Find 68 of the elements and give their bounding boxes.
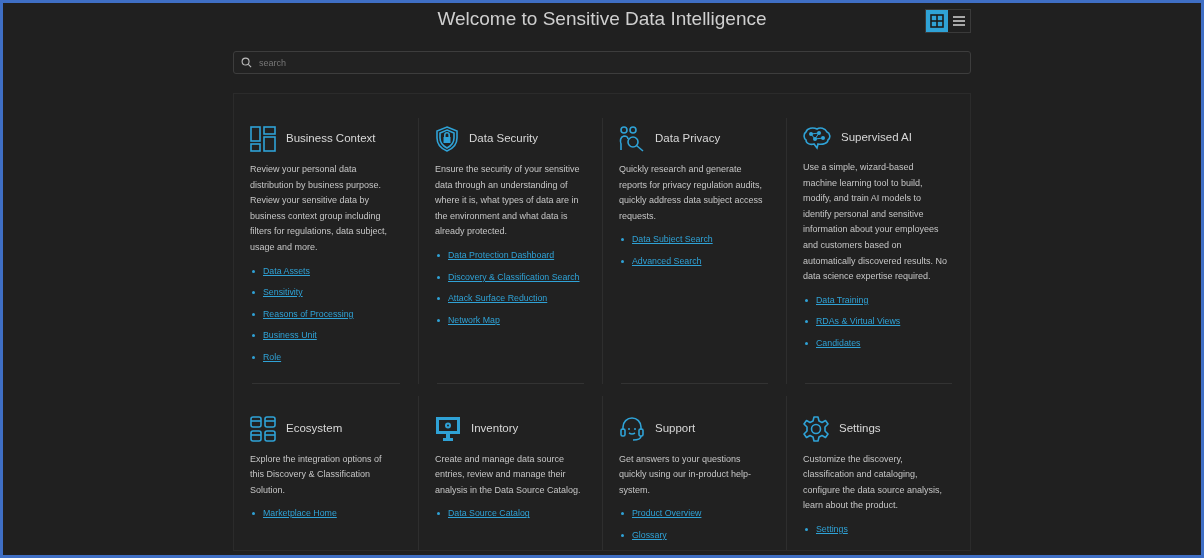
section-link[interactable]: Marketplace Home: [263, 506, 337, 522]
section-title: Inventory: [471, 421, 519, 436]
people-search-icon: [619, 126, 645, 152]
list-icon: [952, 15, 966, 27]
page-title: Welcome to Sensitive Data Intelligence: [437, 8, 767, 31]
section-description: Explore the integration options of this Discovery & Classification Solution.: [250, 452, 383, 497]
bullet-dot: [805, 527, 808, 531]
bullet-dot: [252, 355, 255, 359]
bullet-dot: [252, 512, 255, 516]
section-link[interactable]: Data Training: [816, 292, 869, 309]
section-title: Data Security: [469, 132, 539, 146]
section-link[interactable]: Role: [263, 349, 282, 366]
search-field[interactable]: search: [233, 51, 971, 74]
section-link[interactable]: Business Unit: [263, 328, 317, 344]
section-link[interactable]: Discovery & Classification Search: [448, 269, 580, 286]
section-description: Review your personal data distribution by business purpose. Review your sensitive data by business context group including filters for regulations, data subject, usage and more.: [250, 163, 389, 254]
search-icon: [241, 57, 252, 68]
section-link[interactable]: RDAs & Virtual Views: [816, 314, 901, 330]
bullet-dot: [437, 512, 440, 516]
section-title: Business Context: [286, 132, 376, 146]
monitor-icon: [435, 415, 461, 442]
bullet-dot: [621, 533, 624, 537]
bullet-dot: [437, 318, 440, 322]
section-description: Get answers to your questions quickly using our in-product help-system.: [619, 452, 753, 497]
section-title: Data Privacy: [655, 132, 721, 146]
bullet-dot: [621, 259, 624, 263]
section-link[interactable]: Data Source Catalog: [448, 506, 530, 522]
headset-icon: [619, 415, 645, 442]
section-link[interactable]: Data Protection Dashboard: [448, 247, 555, 264]
bullet-dot: [621, 512, 624, 516]
bullet-dot: [437, 253, 440, 257]
section-link[interactable]: Settings: [816, 521, 848, 538]
section-link[interactable]: Data Assets: [263, 263, 310, 280]
section-description: Quickly research and generate reports for privacy regulation audits, quickly address data subject access requests.: [619, 163, 764, 223]
bullet-dot: [805, 341, 808, 345]
section-link[interactable]: Network Map: [448, 312, 500, 329]
grid-icon: [930, 14, 944, 28]
section-link[interactable]: Candidates: [816, 335, 861, 352]
section-title: Support: [655, 421, 696, 436]
section-link[interactable]: Product Overview: [632, 506, 702, 522]
section-description: Use a simple, wizard-based machine learning tool to build, modify, and train AI models to identify personal and sensitive information about your employees and customers based on automatically discovered results. No data science expertise required.: [803, 161, 949, 284]
gear-icon: [803, 415, 829, 442]
section-link[interactable]: Sensitivity: [263, 285, 303, 301]
bullet-dot: [252, 312, 255, 316]
bullet-dot: [252, 291, 255, 295]
brain-icon: [803, 126, 831, 150]
section-link[interactable]: Data Subject Search: [632, 232, 713, 248]
shield-lock-icon: [435, 126, 459, 152]
section-title: Settings: [839, 421, 881, 436]
grid-icon: [250, 415, 276, 442]
bullet-dot: [805, 298, 808, 302]
bullet-dot: [805, 320, 808, 324]
section-description: Customize the discovery, classification and cataloging, configure the data source analysis, learn about the product.: [803, 452, 944, 513]
bullet-dot: [252, 334, 255, 338]
section-link[interactable]: Attack Surface Reduction: [448, 291, 548, 307]
section-link[interactable]: Reasons of Processing: [263, 306, 354, 323]
bullet-dot: [437, 297, 440, 301]
section-title: Supervised AI: [841, 131, 912, 145]
bullet-dot: [621, 238, 624, 242]
layout-icon: [250, 126, 276, 152]
section-description: Ensure the security of your sensitive data through an understanding of where it is, what types of data are in the environment and what data is already protected.: [435, 163, 581, 239]
section-link[interactable]: Advanced Search: [632, 253, 702, 270]
bullet-dot: [252, 269, 255, 273]
grid-view-button[interactable]: [926, 10, 948, 32]
section-link[interactable]: Glossary: [632, 527, 667, 544]
section-title: Ecosystem: [286, 421, 343, 436]
section-description: Create and manage data source entries, review and manage their analysis in the Data Source Catalog.: [435, 452, 582, 497]
bullet-dot: [437, 275, 440, 279]
